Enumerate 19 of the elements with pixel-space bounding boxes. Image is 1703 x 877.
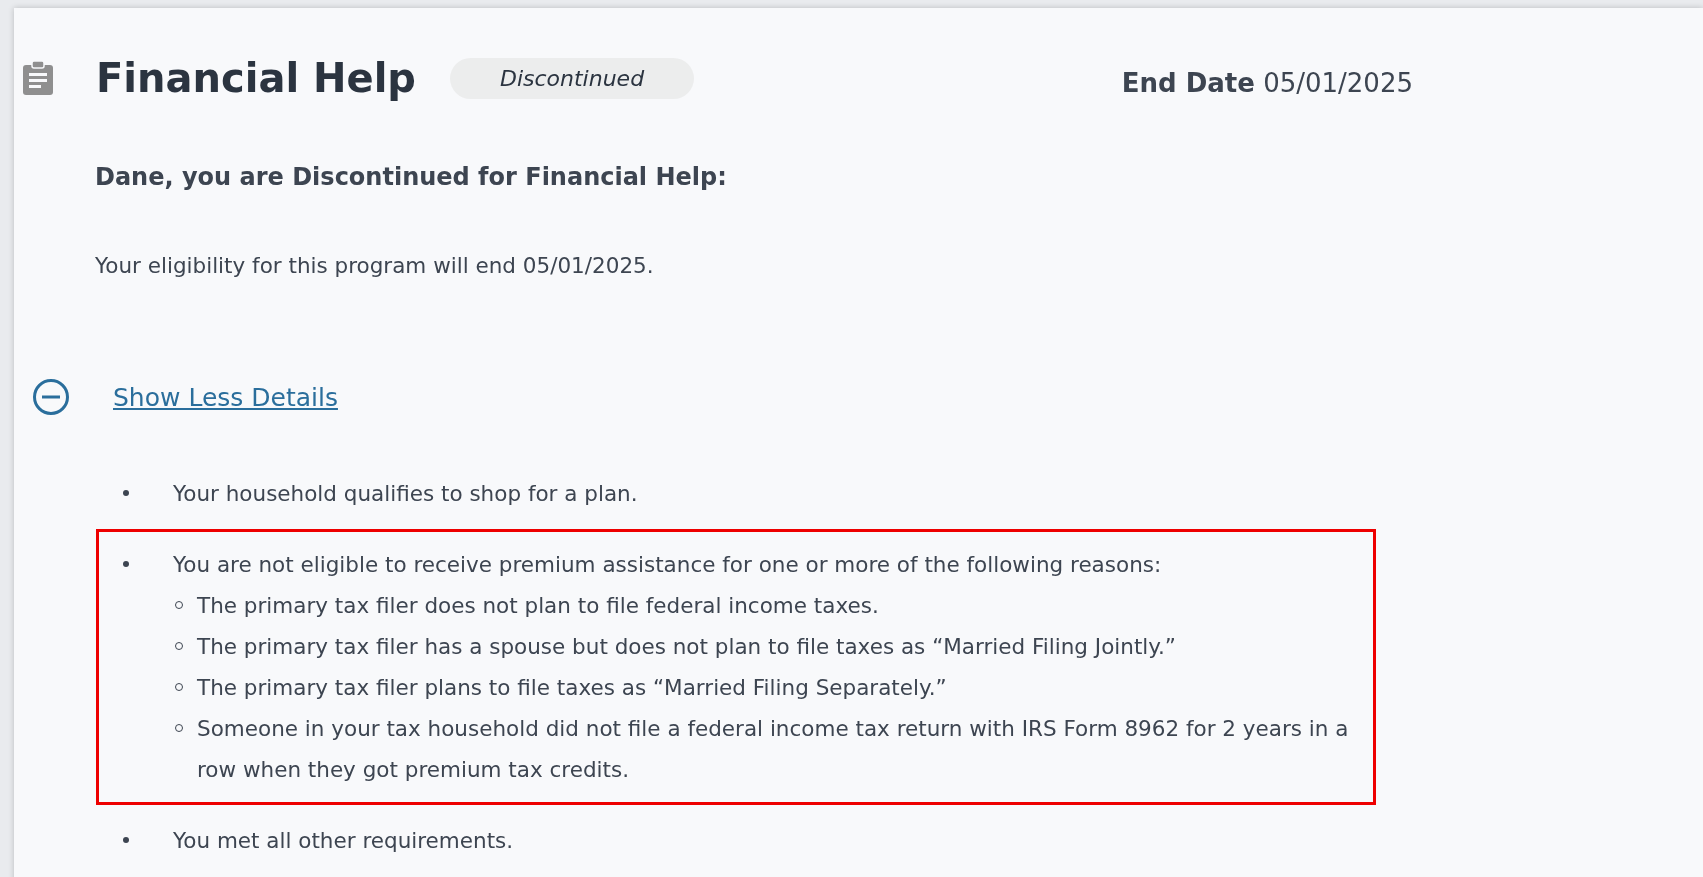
detail-text: You are not eligible to receive premium assistance for one or more of the following reasons: <box>173 551 1163 579</box>
detail-text: Your household qualifies to shop for a plan. <box>173 480 638 508</box>
clipboard-icon <box>22 60 54 96</box>
bullet-icon <box>123 490 129 496</box>
eligibility-text: Your eligibility for this program will end 05/01/2025. <box>95 253 655 278</box>
minus-circle-icon[interactable] <box>32 378 70 416</box>
status-badge: Discontinued <box>450 57 695 99</box>
reason-text: The primary tax filer plans to file taxes as “Married Filing Separately.” <box>197 674 947 702</box>
detail-text: You met all other requirements. <box>173 827 514 855</box>
page-title: Financial Help <box>96 55 416 101</box>
details-toggle-link[interactable]: Show Less Details <box>113 382 338 412</box>
bullet-icon <box>123 561 129 567</box>
bullet-icon <box>123 837 129 843</box>
end-date: 05/01/2025 <box>1263 68 1413 98</box>
reason-text: Someone in your tax household did not file a federal income tax return with IRS Form 8962 for 2 years in a row when they got premium tax credits. <box>197 715 1350 784</box>
greeting-heading: Dane, you are Discontinued for Financial Help: <box>95 163 728 191</box>
reason-text: The primary tax filer does not plan to file federal income taxes. <box>197 592 879 620</box>
reason-text: The primary tax filer has a spouse but does not plan to file taxes as “Married Filing Jointly.” <box>197 633 1176 661</box>
end-date-label: End Date <box>1121 68 1255 98</box>
